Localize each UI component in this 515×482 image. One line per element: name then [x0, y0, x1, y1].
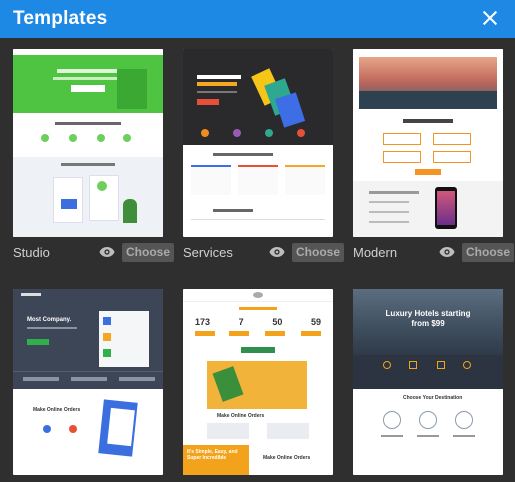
dialog-title: Templates — [13, 8, 108, 29]
thumb-heading: Luxury Hotels starting from $99 — [385, 309, 471, 328]
template-thumbnail[interactable]: Luxury Hotels starting from $99 Choose Y… — [353, 289, 503, 475]
thumb-subheading-2: Make Online Orders — [263, 455, 311, 461]
choose-button[interactable]: Choose — [462, 243, 515, 262]
close-icon[interactable] — [481, 9, 499, 27]
template-thumbnail[interactable]: Most Company. Make Online Orders — [13, 289, 163, 475]
thumb-subheading: Make Online Orders — [217, 413, 265, 419]
template-thumbnail[interactable] — [353, 49, 503, 237]
template-meta: Studio Choose — [13, 243, 183, 263]
template-card-studio: Studio Choose — [13, 49, 175, 262]
template-name: Modern — [353, 245, 398, 260]
eye-icon[interactable] — [99, 246, 115, 258]
thumb-heading: Most Company. — [27, 317, 72, 323]
choose-button[interactable]: Choose — [122, 243, 175, 262]
template-card-services: Services Choose — [183, 49, 345, 262]
template-card-4: Most Company. Make Online Orders — [13, 289, 163, 475]
eye-icon[interactable] — [439, 246, 455, 258]
thumb-subheading: Make Online Orders — [33, 407, 81, 413]
thumb-promo: It's Simple, Easy, and Super Incredible — [187, 449, 238, 461]
thumb-subheading: Choose Your Destination — [403, 395, 463, 401]
template-name: Studio — [13, 245, 50, 260]
template-card-5: 173 7 50 59 Make Online Orders It's Simp… — [183, 289, 333, 475]
eye-icon[interactable] — [269, 246, 285, 258]
template-thumbnail[interactable]: 173 7 50 59 Make Online Orders It's Simp… — [183, 289, 333, 475]
template-thumbnail[interactable] — [13, 49, 163, 237]
template-meta: Services Choose — [183, 243, 353, 263]
template-card-modern: Modern Choose — [353, 49, 515, 262]
templates-dialog: Templates Studio Choose Services Choose … — [0, 0, 515, 482]
choose-button[interactable]: Choose — [292, 243, 345, 262]
dialog-header: Templates — [0, 0, 515, 38]
template-meta: Modern Choose — [353, 243, 515, 263]
template-name: Services — [183, 245, 233, 260]
templates-grid: Studio Choose Services Choose Modern Cho… — [0, 38, 515, 482]
template-card-6: Luxury Hotels starting from $99 Choose Y… — [353, 289, 503, 475]
template-thumbnail[interactable] — [183, 49, 333, 237]
